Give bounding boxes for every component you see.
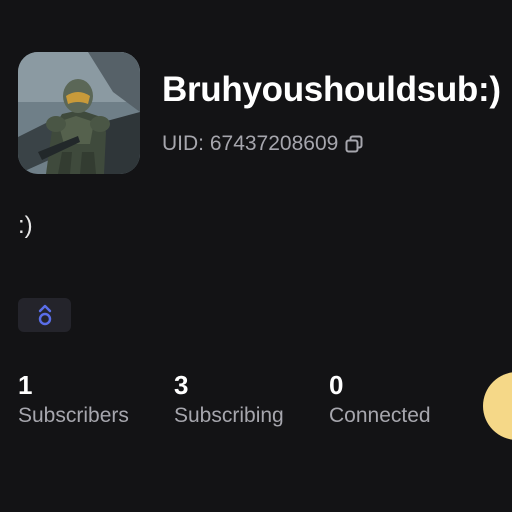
stat-subscribers-value: 1	[18, 370, 33, 400]
armored-soldier-avatar-icon	[18, 52, 140, 174]
profile-avatar[interactable]	[18, 52, 140, 174]
stat-subscribing[interactable]: 3 Subscribing	[174, 370, 284, 428]
rank-badge[interactable]	[18, 298, 71, 332]
stat-subscribers[interactable]: 1 Subscribers	[18, 370, 129, 428]
uid-text: UID: 67437208609	[162, 132, 339, 155]
uid-row: UID: 67437208609	[162, 132, 364, 156]
stat-subscribing-label: Subscribing	[174, 404, 284, 427]
profile-username: Bruhyoushouldsub:)	[162, 70, 501, 109]
stat-connected[interactable]: 0 Connected	[329, 370, 431, 428]
profile-bio: :)	[18, 212, 33, 239]
copy-icon[interactable]	[344, 134, 364, 154]
stat-subscribers-label: Subscribers	[18, 404, 129, 427]
stat-connected-value: 0	[329, 370, 344, 400]
floating-action-button[interactable]	[483, 372, 512, 440]
stat-connected-label: Connected	[329, 404, 431, 427]
stat-subscribing-value: 3	[174, 370, 189, 400]
rank-chevron-icon	[38, 304, 51, 326]
profile-page: Bruhyoushouldsub:) UID: 67437208609 :) 1…	[0, 0, 512, 512]
